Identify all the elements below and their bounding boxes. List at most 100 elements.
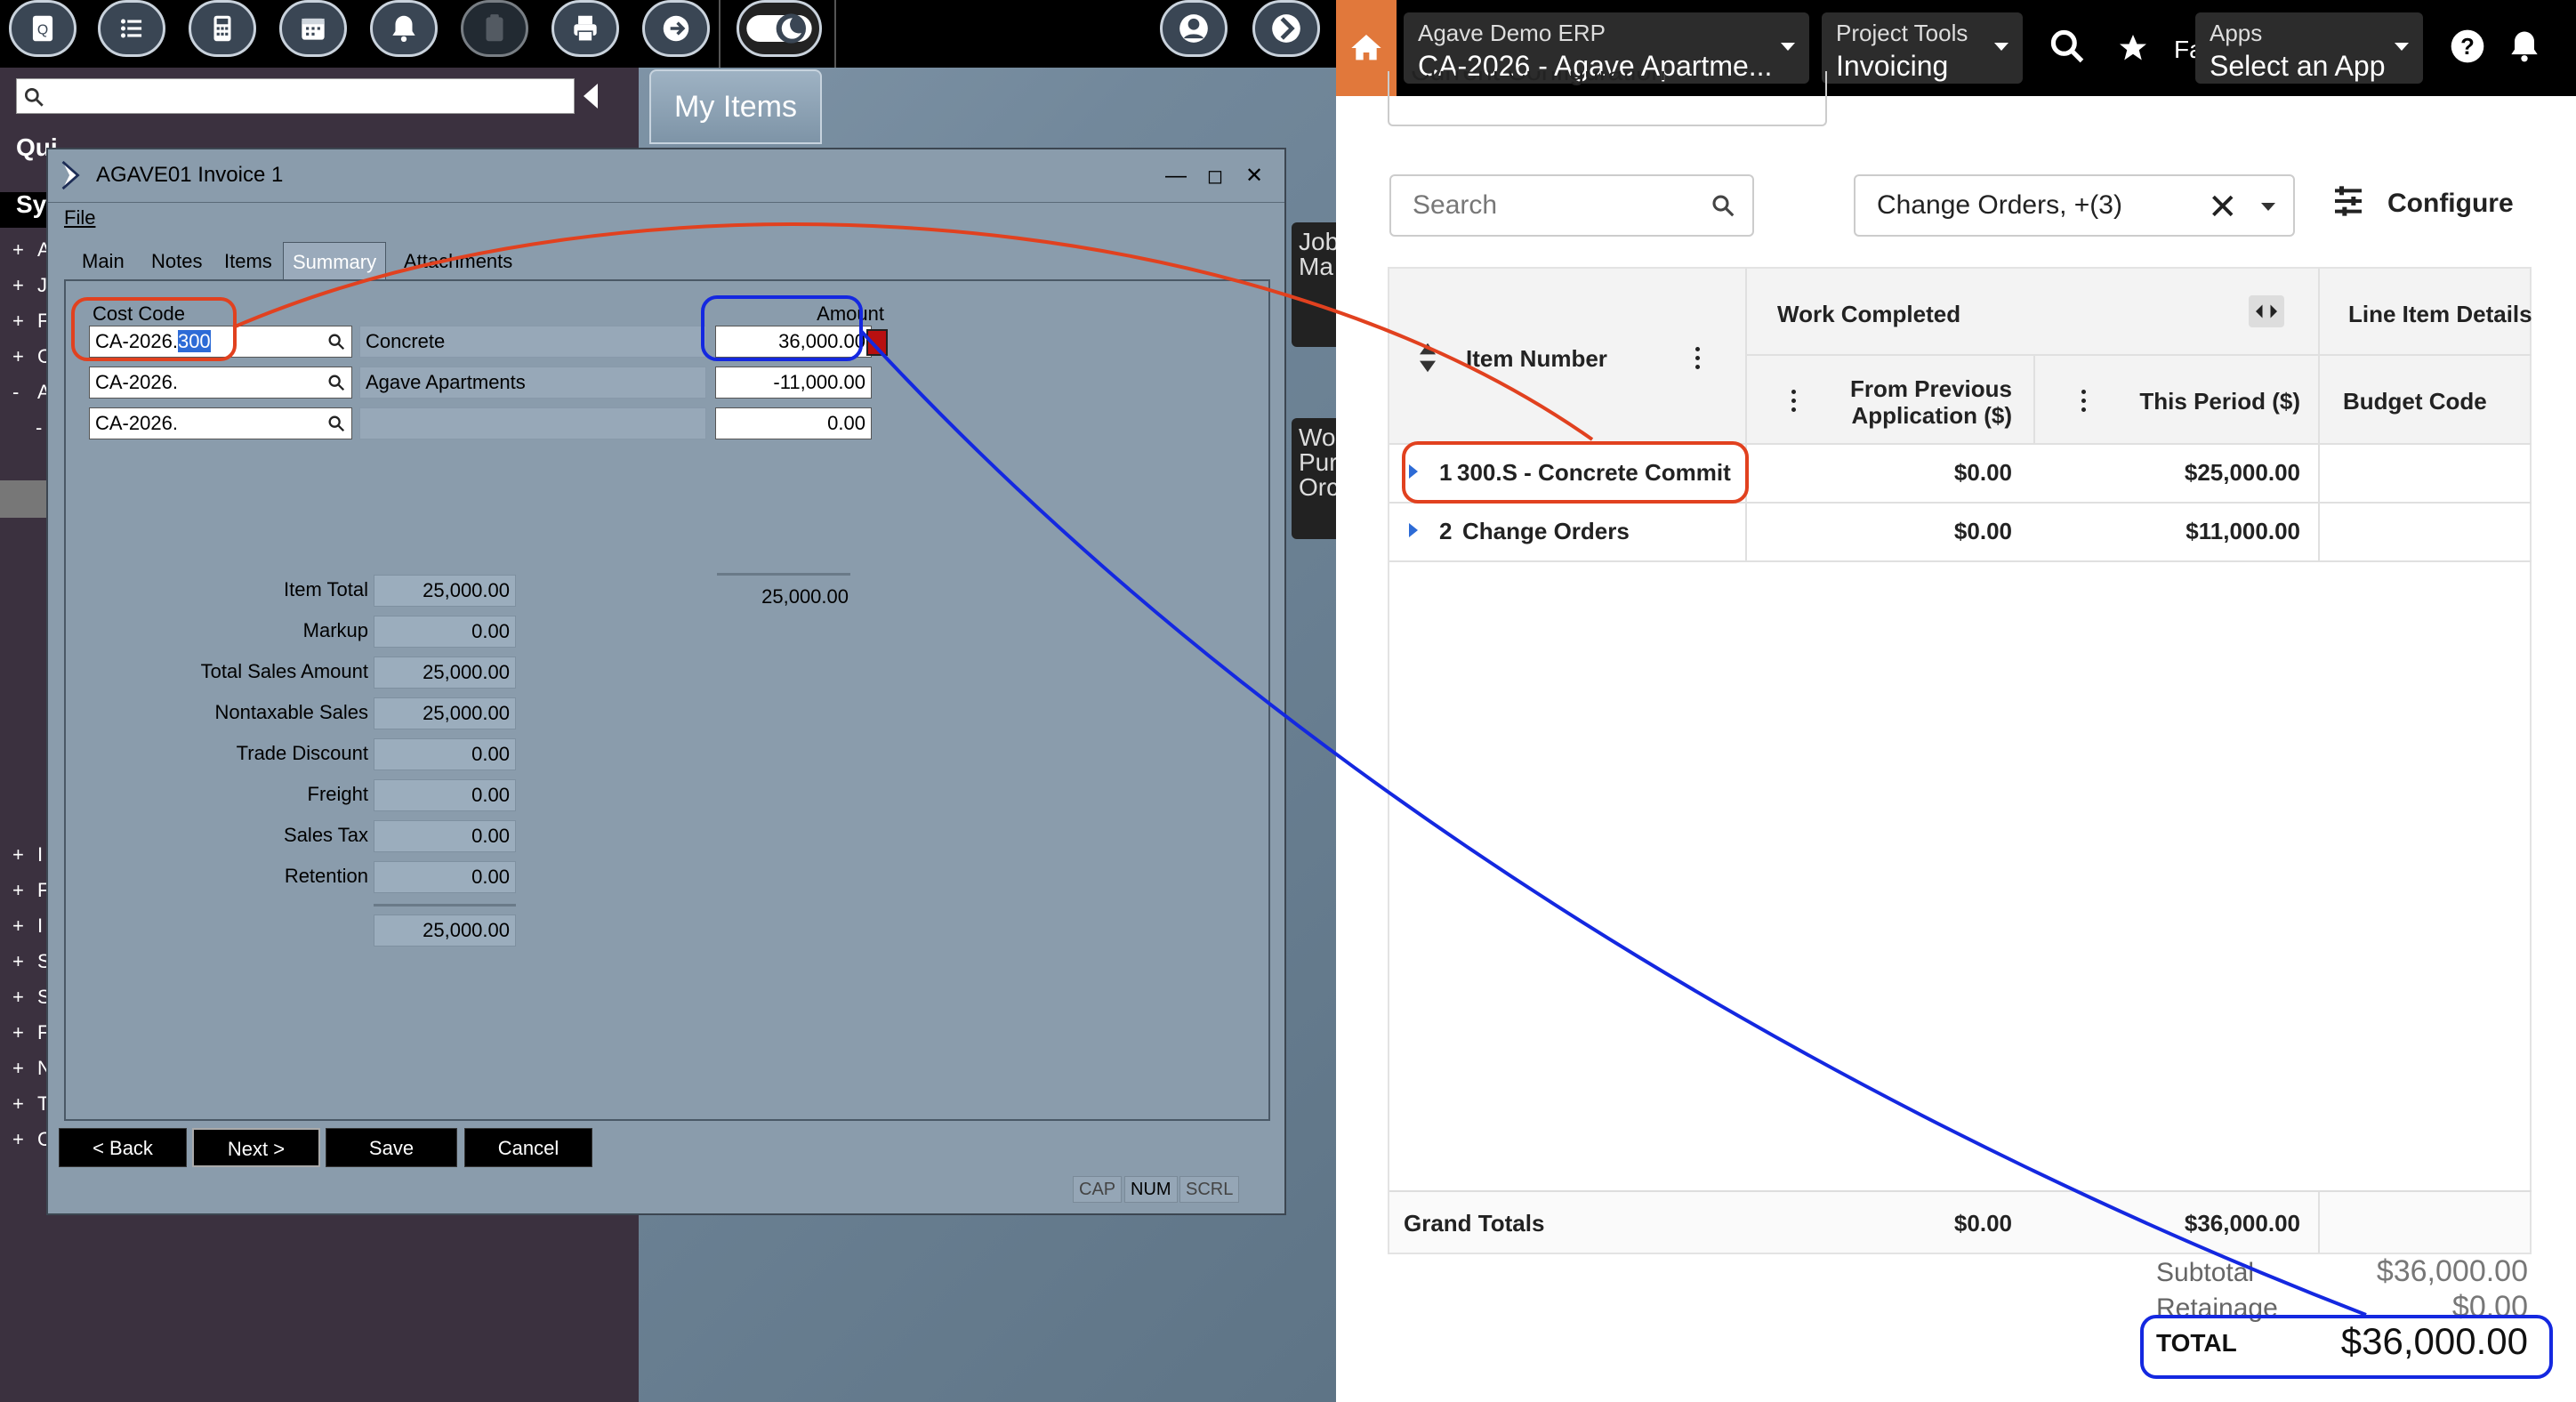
back-button[interactable]: < Back [59, 1128, 187, 1167]
tab-my-items[interactable]: My Items [649, 69, 822, 144]
search-icon[interactable] [326, 332, 346, 351]
sidebar-expand-icon[interactable]: + [12, 986, 24, 1009]
menu-file[interactable]: File [64, 206, 95, 230]
collapse-sidebar-icon[interactable] [584, 84, 598, 109]
grid-divider [1389, 560, 2532, 562]
sidebar-expand-icon[interactable]: + [12, 345, 24, 368]
column-menu-icon[interactable] [1791, 390, 1797, 413]
sidebar-expand-icon[interactable]: + [12, 1057, 24, 1080]
calendar-icon[interactable] [279, 0, 347, 57]
summary-value: 25,000.00 [374, 657, 516, 689]
resize-columns-icon[interactable] [2249, 295, 2284, 327]
summary-label: Trade Discount [236, 742, 368, 764]
search-icon[interactable] [326, 414, 346, 433]
tool-selector[interactable]: Project Tools Invoicing [1822, 12, 2023, 84]
side-card-job-management[interactable]: Job Ma [1292, 222, 1336, 347]
summary-label: Nontaxable Sales [214, 701, 368, 723]
row-from-previous: $0.00 [1953, 459, 2012, 486]
maximize-icon[interactable]: ◻ [1203, 164, 1228, 189]
clipboard-icon[interactable] [461, 0, 528, 57]
column-header-item-number[interactable]: Item Number [1466, 345, 1607, 373]
grid-search-input[interactable]: Search [1389, 174, 1754, 237]
row-from-previous: $0.00 [1953, 518, 2012, 544]
delete-row-icon[interactable] [866, 329, 888, 356]
summary-label: Sales Tax [284, 824, 368, 846]
summary-value: 0.00 [374, 779, 516, 811]
grid-divider [1745, 354, 2532, 356]
list-icon[interactable] [98, 0, 165, 57]
quote-icon[interactable]: Q [9, 0, 76, 57]
help-icon[interactable]: ? [2448, 27, 2487, 66]
sidebar-expand-icon[interactable]: + [12, 310, 24, 333]
amount-input[interactable]: 0.00 [715, 407, 872, 439]
sidebar-expand-icon[interactable]: + [12, 1128, 24, 1151]
notification-bell-icon[interactable] [2505, 27, 2544, 66]
calculator-icon[interactable] [189, 0, 256, 57]
close-icon[interactable]: ✕ [1242, 164, 1267, 189]
chevron-right-icon[interactable] [1252, 0, 1320, 57]
sidebar-expand-icon[interactable]: + [12, 879, 24, 902]
clear-filter-icon[interactable]: ✕ [2208, 187, 2238, 228]
search-icon[interactable] [2048, 27, 2087, 66]
amount-input[interactable]: -11,000.00 [715, 367, 872, 399]
tab-attachments[interactable]: Attachments [395, 242, 521, 281]
sidebar-expand-icon[interactable]: + [12, 274, 24, 297]
row-this-period[interactable]: $25,000.00 [2048, 459, 2300, 487]
column-header-from-previous-unit[interactable]: Application ($) [1816, 402, 2012, 430]
chevron-down-icon [2395, 43, 2409, 51]
sidebar-collapse-icon[interactable]: - [12, 381, 19, 404]
sidebar-expand-icon[interactable]: + [12, 1021, 24, 1044]
column-menu-icon[interactable] [1695, 347, 1701, 370]
configuration-dropdown[interactable]: Current Configuration [1388, 71, 1827, 126]
tab-main[interactable]: Main [73, 242, 133, 281]
column-menu-icon[interactable] [2081, 390, 2087, 413]
apps-selector[interactable]: Apps Select an App [2195, 12, 2423, 84]
annotation-amount-box [701, 295, 863, 361]
summary-label: Retention [284, 865, 368, 887]
row-this-period[interactable]: $11,000.00 [2048, 518, 2300, 545]
summary-divider [374, 904, 516, 906]
printer-icon[interactable] [551, 0, 619, 57]
window-title: AGAVE01 Invoice 1 [96, 163, 284, 187]
sidebar-expand-icon[interactable]: + [12, 843, 24, 866]
sidebar-expand-icon[interactable]: + [12, 238, 24, 262]
sidebar-expand-icon[interactable]: + [12, 1092, 24, 1116]
toolbar-divider [719, 0, 720, 68]
filter-select[interactable]: Change Orders, +(3) ✕ [1854, 174, 2295, 237]
column-header-from-previous[interactable]: From Previous [1816, 375, 2012, 403]
tab-items[interactable]: Items [215, 242, 281, 281]
search-icon[interactable] [326, 373, 346, 392]
summary-value: 0.00 [374, 820, 516, 852]
star-icon[interactable] [2117, 32, 2149, 64]
cost-code-input[interactable]: CA-2026. [89, 407, 352, 439]
sidebar-search-input[interactable] [16, 78, 575, 114]
column-header-budget-code[interactable]: Budget Code [2343, 388, 2487, 415]
sidebar-selected-item[interactable] [0, 480, 46, 518]
dark-mode-toggle-icon[interactable] [737, 0, 822, 57]
expand-row-icon[interactable] [1409, 523, 1418, 537]
annotation-concrete-commit-box [1402, 441, 1749, 504]
minimize-icon[interactable]: — [1163, 164, 1188, 189]
annotation-cost-code-box [71, 297, 237, 361]
sidebar-expand-icon[interactable]: + [12, 950, 24, 973]
tab-notes[interactable]: Notes [142, 242, 211, 281]
save-button[interactable]: Save [326, 1128, 457, 1167]
invoice-grid: Item Number Work Completed Line Item Det… [1388, 267, 2532, 1254]
row-item-name[interactable]: Change Orders [1462, 518, 1630, 545]
side-card-work-purchase-orders[interactable]: Wo Pur Orc [1292, 418, 1336, 539]
tab-summary[interactable]: Summary [283, 242, 387, 281]
summary-label: Freight [307, 783, 368, 805]
bell-icon[interactable] [370, 0, 438, 57]
arrow-right-circle-icon[interactable] [642, 0, 710, 57]
chevron-down-icon[interactable] [2261, 203, 2275, 211]
user-icon[interactable] [1160, 0, 1228, 57]
column-header-this-period[interactable]: This Period ($) [2101, 388, 2300, 415]
sidebar-item-label[interactable]: I [37, 915, 43, 938]
sidebar-item-label[interactable]: I [37, 843, 43, 866]
cancel-button[interactable]: Cancel [464, 1128, 592, 1167]
cost-code-input[interactable]: CA-2026. [89, 367, 352, 399]
subtotal-value: $36,000.00 [2376, 1254, 2528, 1288]
next-button[interactable]: Next > [192, 1128, 320, 1167]
sidebar-expand-icon[interactable]: + [12, 915, 24, 938]
sort-icon[interactable] [1418, 342, 1437, 374]
